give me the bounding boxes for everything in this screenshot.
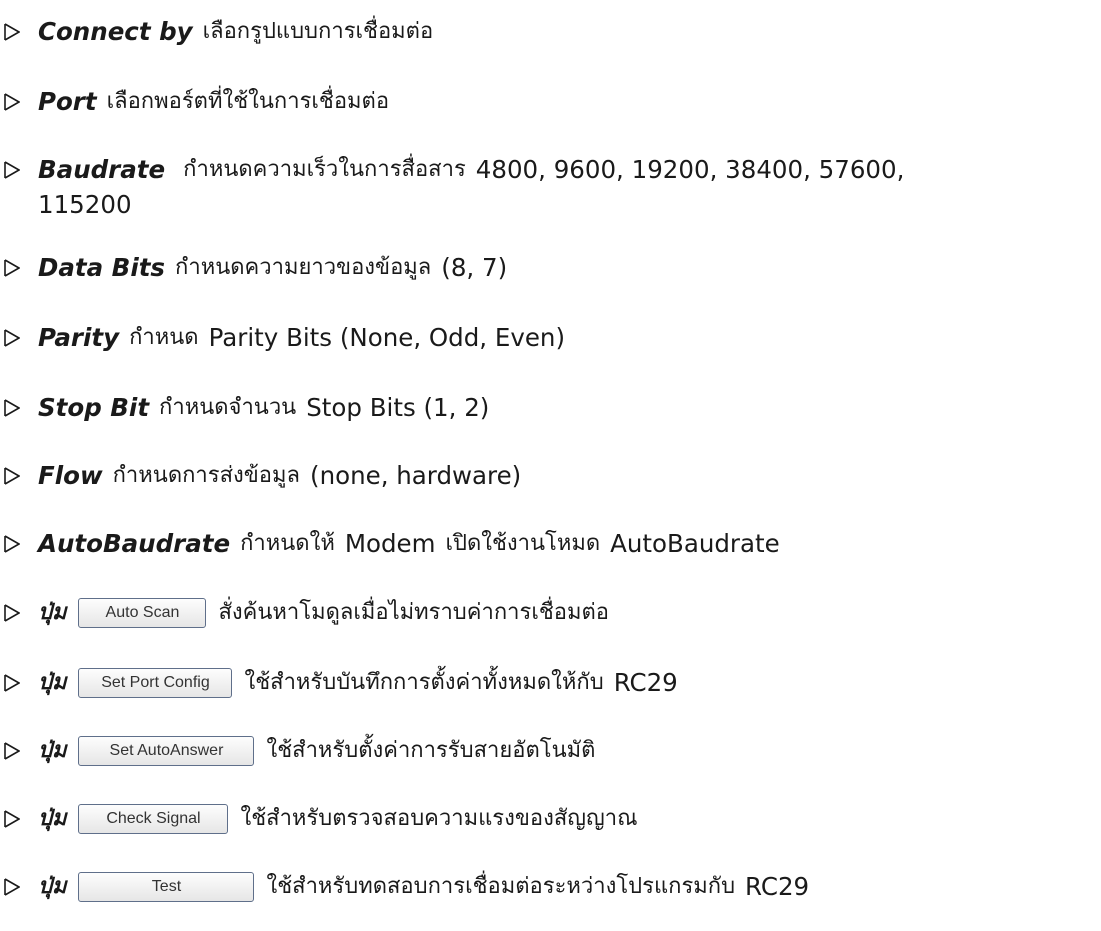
auto-scan-button[interactable]: Auto Scan [78,598,207,628]
list-item: ปุ่ม Auto Scan สั่งค้นหาโมดูลเมื่อไม่ทรา… [0,592,1101,634]
values: Parity Bits (None, Odd, Even) [208,323,565,353]
arrow-bullet-icon [4,810,20,828]
description: กำหนดความยาวของข้อมูล [175,254,432,280]
description: กำหนดความเร็วในการสื่อสาร [183,156,466,182]
arrow-bullet-icon [4,399,20,417]
description: เลือกรูปแบบการเชื่อมต่อ [202,18,434,44]
term: Connect by [38,17,193,47]
list-item: Flow กำหนดการส่งข้อมูล (none, hardware) [0,456,1101,496]
button-prefix: ปุ่ม [38,805,67,831]
values-continued: 115200 [38,190,132,219]
arrow-bullet-icon [4,674,20,692]
term: Port [38,87,97,117]
check-signal-button[interactable]: Check Signal [78,804,229,834]
list-item: Data Bits กำหนดความยาวของข้อมูล (8, 7) [0,248,1101,288]
values: 4800, 9600, 19200, 38400, 57600, [475,155,905,185]
button-prefix: ปุ่ม [38,599,67,625]
arrow-bullet-icon [4,93,20,111]
arrow-bullet-icon [4,259,20,277]
term: AutoBaudrate [38,529,231,559]
list-item: Baudrate กำหนดความเร็วในการสื่อสาร 4800,… [0,150,1101,190]
set-port-config-button[interactable]: Set Port Config [78,668,233,698]
list-item: Parity กำหนด Parity Bits (None, Odd, Eve… [0,318,1101,358]
set-autoanswer-button[interactable]: Set AutoAnswer [78,736,255,766]
values: Stop Bits (1, 2) [306,393,490,423]
description: ใช้สำหรับทดสอบการเชื่อมต่อระหว่างโปรแกรม… [266,873,736,899]
button-prefix: ปุ่ม [38,669,67,695]
term: Flow [38,461,103,491]
list-item: ปุ่ม Set AutoAnswer ใช้สำหรับตั้งค่าการร… [0,730,1101,772]
arrow-bullet-icon [4,467,20,485]
description: กำหนดการส่งข้อมูล [112,462,301,488]
description: กำหนด [129,324,199,350]
arrow-bullet-icon [4,23,20,41]
arrow-bullet-icon [4,604,20,622]
list-item: ปุ่ม Set Port Config ใช้สำหรับบันทึกการต… [0,662,1101,704]
description-2: เปิดใช้งานโหมด [445,530,601,556]
description: เลือกพอร์ตที่ใช้ในการเชื่อมต่อ [106,88,390,114]
button-prefix: ปุ่ม [38,873,67,899]
values-2: AutoBaudrate [610,529,780,559]
list-item: ปุ่ม Check Signal ใช้สำหรับตรวจสอบความแร… [0,798,1101,840]
description: กำหนดจำนวน [159,394,297,420]
term: Stop Bit [38,393,150,423]
list-item: ปุ่ม Test ใช้สำหรับทดสอบการเชื่อมต่อระหว… [0,866,1101,908]
list-item: Stop Bit กำหนดจำนวน Stop Bits (1, 2) [0,388,1101,428]
values: (8, 7) [441,253,508,283]
description-en: RC29 [613,668,678,698]
description-en: RC29 [745,872,810,902]
arrow-bullet-icon [4,535,20,553]
term: Data Bits [38,253,166,283]
arrow-bullet-icon [4,329,20,347]
values: (none, hardware) [310,461,522,491]
list-item: Connect by เลือกรูปแบบการเชื่อมต่อ [0,12,1101,52]
values: Modem [344,529,436,559]
arrow-bullet-icon [4,161,20,179]
arrow-bullet-icon [4,878,20,896]
arrow-bullet-icon [4,742,20,760]
description: ใช้สำหรับตั้งค่าการรับสายอัตโนมัติ [266,737,596,763]
button-prefix: ปุ่ม [38,737,67,763]
term: Parity [38,323,120,353]
description: ใช้สำหรับบันทึกการตั้งค่าทั้งหมดให้กับ [244,669,604,695]
description: กำหนดให้ [240,530,335,556]
list-item: AutoBaudrate กำหนดให้ Modem เปิดใช้งานโห… [0,524,1101,564]
test-button[interactable]: Test [78,872,255,902]
description: สั่งค้นหาโมดูลเมื่อไม่ทราบค่าการเชื่อมต่… [218,599,610,625]
description: ใช้สำหรับตรวจสอบความแรงของสัญญาณ [240,805,638,831]
term: Baudrate [38,155,166,185]
list-item: Port เลือกพอร์ตที่ใช้ในการเชื่อมต่อ [0,82,1101,122]
